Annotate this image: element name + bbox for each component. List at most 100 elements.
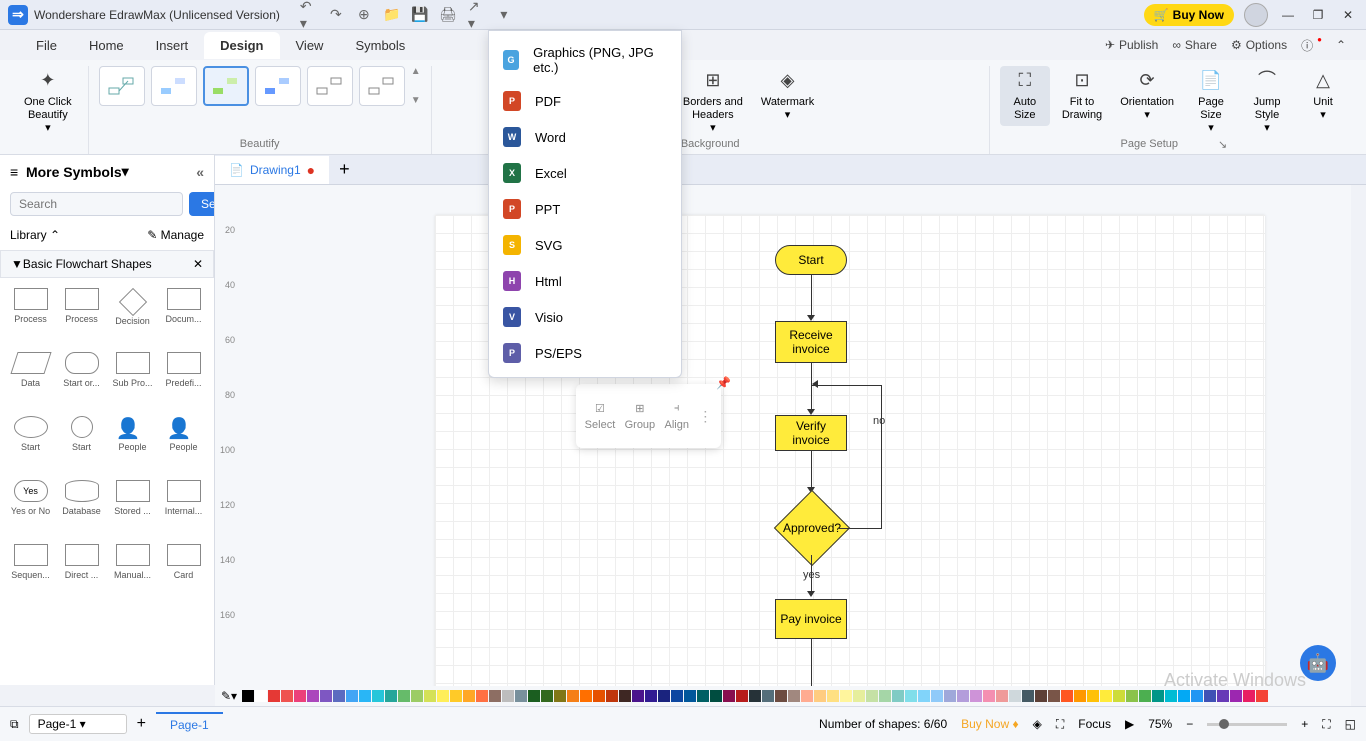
shape-stencil[interactable]: Stored ... (108, 476, 157, 538)
color-swatch[interactable] (450, 690, 462, 702)
color-swatch[interactable] (268, 690, 280, 702)
collapse-ribbon-icon[interactable]: ⌃ (1336, 38, 1346, 52)
color-swatch[interactable] (944, 690, 956, 702)
fit-page-icon[interactable]: ⛶ (1322, 717, 1330, 732)
color-swatch[interactable] (710, 690, 722, 702)
color-swatch[interactable] (1139, 690, 1151, 702)
fit-drawing-button[interactable]: ⊡Fit to Drawing (1056, 66, 1108, 126)
color-swatch[interactable] (1243, 690, 1255, 702)
shape-stencil[interactable]: Start (57, 412, 106, 474)
color-swatch[interactable] (515, 690, 527, 702)
theme-5[interactable] (307, 66, 353, 106)
present-icon[interactable]: ▶ (1125, 717, 1134, 731)
color-swatch[interactable] (1230, 690, 1242, 702)
page-tab[interactable]: Page-1 (156, 712, 223, 736)
color-swatch[interactable] (918, 690, 930, 702)
shape-stencil[interactable]: Internal... (159, 476, 208, 538)
align-tool-button[interactable]: ⫞Align (665, 402, 689, 431)
color-swatch[interactable] (866, 690, 878, 702)
page-size-button[interactable]: 📄Page Size ▾ (1186, 66, 1236, 140)
zoom-slider[interactable] (1207, 723, 1287, 726)
eyedropper-icon[interactable]: ✎▾ (221, 689, 237, 703)
color-swatch[interactable] (1048, 690, 1060, 702)
color-swatch[interactable] (801, 690, 813, 702)
color-swatch[interactable] (242, 690, 254, 702)
color-swatch[interactable] (697, 690, 709, 702)
menu-view[interactable]: View (280, 32, 340, 59)
color-swatch[interactable] (1178, 690, 1190, 702)
share-button[interactable]: ∞ Share (1172, 38, 1217, 52)
shape-stencil[interactable]: Start or... (57, 348, 106, 410)
theme-next-icon[interactable]: ▼ (411, 95, 421, 106)
export-item[interactable]: PPPT (489, 191, 681, 227)
save-icon[interactable]: 💾 (412, 7, 428, 23)
shape-stencil[interactable]: Card (159, 540, 208, 602)
export-item[interactable]: XExcel (489, 155, 681, 191)
color-swatch[interactable] (723, 690, 735, 702)
color-swatch[interactable] (931, 690, 943, 702)
watermark-button[interactable]: ◈Watermark ▾ (755, 66, 820, 126)
color-swatch[interactable] (346, 690, 358, 702)
maximize-button[interactable]: ❐ (1308, 5, 1328, 25)
layers-icon[interactable]: ◈ (1033, 717, 1042, 731)
unit-button[interactable]: △Unit ▾ (1298, 66, 1348, 126)
color-swatch[interactable] (593, 690, 605, 702)
shape-stencil[interactable]: Database (57, 476, 106, 538)
orientation-button[interactable]: ⟳Orientation ▾ (1114, 66, 1180, 126)
buy-now-button[interactable]: 🛒 Buy Now (1144, 4, 1234, 26)
menu-file[interactable]: File (20, 32, 73, 59)
help-icon[interactable]: ⓘ● (1301, 37, 1322, 54)
zoom-in-button[interactable]: + (1301, 717, 1308, 731)
menu-symbols[interactable]: Symbols (339, 32, 421, 59)
one-click-beautify-button[interactable]: ✦ One Click Beautify ▾ (18, 66, 78, 140)
color-swatch[interactable] (1022, 690, 1034, 702)
color-swatch[interactable] (307, 690, 319, 702)
export-item[interactable]: SSVG (489, 227, 681, 263)
shape-stencil[interactable]: Sub Pro... (108, 348, 157, 410)
color-swatch[interactable] (1204, 690, 1216, 702)
buy-now-status[interactable]: Buy Now ♦ (961, 717, 1019, 731)
export-item[interactable]: VVisio (489, 299, 681, 335)
color-swatch[interactable] (1217, 690, 1229, 702)
color-swatch[interactable] (1126, 690, 1138, 702)
color-swatch[interactable] (1152, 690, 1164, 702)
color-swatch[interactable] (762, 690, 774, 702)
shape-stencil[interactable]: Sequen... (6, 540, 55, 602)
shape-stencil[interactable]: Manual... (108, 540, 157, 602)
color-swatch[interactable] (424, 690, 436, 702)
zoom-out-button[interactable]: − (1186, 717, 1193, 731)
color-swatch[interactable] (294, 690, 306, 702)
collapse-panel-icon[interactable]: « (196, 164, 204, 180)
color-swatch[interactable] (658, 690, 670, 702)
color-swatch[interactable] (502, 690, 514, 702)
color-swatch[interactable] (1009, 690, 1021, 702)
color-swatch[interactable] (528, 690, 540, 702)
new-icon[interactable]: ⊕ (356, 7, 372, 23)
color-swatch[interactable] (1191, 690, 1203, 702)
color-swatch[interactable] (385, 690, 397, 702)
color-swatch[interactable] (892, 690, 904, 702)
open-icon[interactable]: 📁 (384, 7, 400, 23)
export-item[interactable]: WWord (489, 119, 681, 155)
color-swatch[interactable] (775, 690, 787, 702)
focus-label[interactable]: Focus (1078, 717, 1111, 731)
color-swatch[interactable] (619, 690, 631, 702)
color-swatch[interactable] (567, 690, 579, 702)
library-link[interactable]: Library ⌃ (10, 228, 60, 242)
color-swatch[interactable] (1100, 690, 1112, 702)
page-list-icon[interactable]: ⧉ (10, 717, 19, 732)
add-tab-button[interactable]: + (329, 159, 360, 180)
avatar[interactable] (1244, 3, 1268, 27)
color-swatch[interactable] (580, 690, 592, 702)
section-close-icon[interactable]: ✕ (193, 257, 203, 271)
color-swatch[interactable] (853, 690, 865, 702)
minimize-button[interactable]: — (1278, 5, 1298, 25)
color-swatch[interactable] (671, 690, 683, 702)
color-swatch[interactable] (957, 690, 969, 702)
shape-stencil[interactable]: Direct ... (57, 540, 106, 602)
color-swatch[interactable] (983, 690, 995, 702)
color-swatch[interactable] (970, 690, 982, 702)
shape-pay[interactable]: Pay invoice (775, 599, 847, 639)
color-swatch[interactable] (554, 690, 566, 702)
shape-stencil[interactable]: 👤People (108, 412, 157, 474)
